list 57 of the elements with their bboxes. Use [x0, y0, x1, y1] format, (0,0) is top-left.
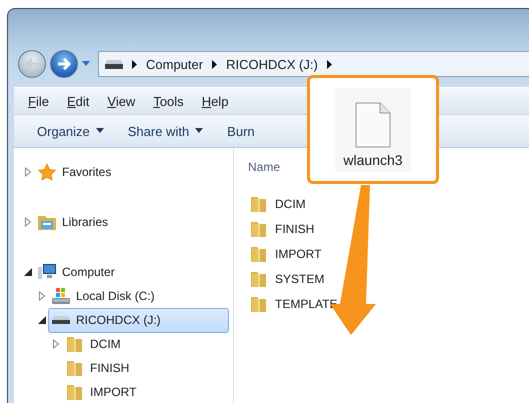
star-icon: [37, 163, 57, 181]
forward-button[interactable]: [50, 50, 78, 78]
file-name[interactable]: TEMPLATE: [275, 296, 338, 310]
toolbar-button[interactable]: Burn: [227, 124, 279, 138]
caret-icon: [195, 128, 204, 134]
navigation-item[interactable]: FINISH: [62, 356, 229, 380]
expand-arrow-icon[interactable]: [52, 339, 60, 349]
navigation-item[interactable]: Computer: [34, 260, 229, 284]
menu-item[interactable]: Tools: [147, 94, 196, 108]
menu-item[interactable]: Edit: [60, 94, 102, 108]
folder-icon: [249, 220, 269, 238]
file-name[interactable]: DCIM: [275, 196, 306, 210]
drive-icon: [105, 60, 123, 68]
navigation-item[interactable]: IMPORT: [62, 380, 229, 403]
collapse-arrow-icon[interactable]: [38, 315, 46, 325]
forward-arrow-icon: [57, 58, 71, 70]
folder-icon: [65, 335, 85, 353]
menu-item[interactable]: View: [101, 94, 148, 108]
drive-icon: [51, 316, 71, 324]
document-icon: [355, 102, 391, 148]
library-icon: [37, 213, 57, 231]
expand-arrow-icon[interactable]: [24, 167, 32, 177]
menu-item[interactable]: File: [22, 94, 61, 108]
folder-icon: [65, 383, 85, 401]
file-tile: wlaunch3: [335, 88, 411, 172]
navigation-item[interactable]: RICOHDCX (J:): [48, 308, 229, 332]
navigation-item[interactable]: Favorites: [34, 160, 229, 184]
file-name[interactable]: SYSTEM: [275, 272, 324, 286]
back-arrow-icon: [25, 58, 39, 70]
computer-icon: [37, 263, 57, 281]
toolbar-button[interactable]: Share with: [128, 124, 228, 138]
file-name[interactable]: FINISH: [275, 222, 314, 236]
column-header[interactable]: Name: [248, 156, 280, 178]
folder-icon: [249, 244, 269, 262]
chevron-icon: [212, 60, 218, 68]
navigation-item[interactable]: Local Disk (C:): [48, 284, 229, 308]
expand-arrow-icon[interactable]: [38, 291, 46, 301]
folder-icon: [249, 270, 269, 288]
expand-arrow-icon[interactable]: [24, 217, 32, 227]
folder-icon: [249, 194, 269, 212]
breadcrumb-segment[interactable]: RICOHDCX (J:): [226, 56, 318, 72]
back-button[interactable]: [18, 50, 46, 78]
breadcrumb-segment[interactable]: Computer: [146, 56, 204, 72]
folder-icon: [249, 294, 269, 312]
menu-item[interactable]: Help: [196, 94, 240, 108]
navigation-item[interactable]: DCIM: [62, 332, 229, 356]
chevron-icon: [326, 60, 332, 68]
caret-icon: [96, 128, 104, 134]
navigation-item[interactable]: Libraries: [34, 210, 229, 234]
collapse-arrow-icon[interactable]: [24, 267, 32, 277]
toolbar-button[interactable]: Organize: [37, 124, 128, 138]
file-name[interactable]: IMPORT: [275, 246, 322, 260]
caret-icon: [82, 61, 90, 67]
folder-icon: [65, 359, 85, 377]
chevron-icon: [132, 60, 137, 68]
disk-drive-icon: [51, 287, 71, 305]
address-bar[interactable]: Computer RICOHDCX (J:): [98, 51, 529, 77]
